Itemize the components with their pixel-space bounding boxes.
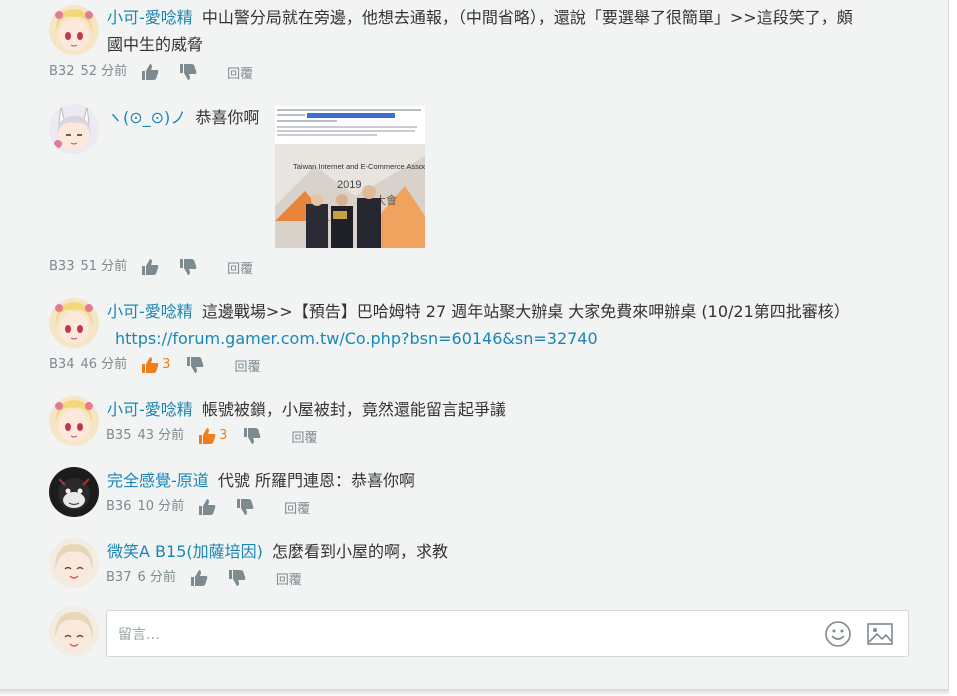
comment-panel: 小可-愛唸精 中山警分局就在旁邊，他想去通報，（中間省略），還說「要選舉了很簡單… xyxy=(0,0,949,690)
thumbs-up-icon[interactable] xyxy=(198,427,216,445)
gp-count[interactable]: 3 xyxy=(141,355,170,375)
thumbs-down-icon[interactable] xyxy=(243,427,263,445)
forum-link[interactable]: https://forum.gamer.com.tw/Co.php?bsn=60… xyxy=(115,329,598,348)
anime-girl-avatar-icon xyxy=(49,298,99,348)
smiling-girl-avatar-icon xyxy=(49,538,99,588)
thumbs-up-icon[interactable] xyxy=(141,63,161,81)
comment-text: 恭喜你啊 xyxy=(195,108,260,127)
thumbs-up-icon[interactable] xyxy=(190,569,210,587)
current-user-avatar xyxy=(49,606,99,656)
reply-button[interactable]: 回覆 xyxy=(276,571,302,591)
username-link[interactable]: 小可-愛唸精 xyxy=(107,400,193,419)
attachment-year: 2019 xyxy=(337,179,361,191)
thumbs-down-icon[interactable] xyxy=(186,356,206,374)
gp-number: 3 xyxy=(219,428,228,443)
anime-girl-avatar-icon xyxy=(49,396,99,446)
floor-number: B36 xyxy=(106,499,132,514)
username-link[interactable]: ヽ(⊙_⊙)ノ xyxy=(107,108,186,127)
comment-meta: B34 46 分前 3 回覆 xyxy=(49,355,260,375)
comment-text: 這邊戰場>>【預告】巴哈姆特 27 週年站聚大辦桌 大家免費來呷辦桌 (10/2… xyxy=(201,302,850,321)
floor-number: B37 xyxy=(106,570,132,585)
comment-time: 6 分前 xyxy=(137,570,176,585)
avatar[interactable] xyxy=(49,538,99,588)
anime-girl-avatar-icon xyxy=(49,5,99,55)
avatar[interactable] xyxy=(49,396,99,446)
avatar[interactable] xyxy=(49,5,99,55)
panel-shadow xyxy=(0,690,949,696)
comment-input-placeholder: 留言… xyxy=(118,627,160,643)
floor-number: B32 xyxy=(49,64,75,79)
comment-meta: B35 43 分前 3 回覆 xyxy=(106,426,317,446)
comment-meta: B32 52 分前 回覆 xyxy=(49,62,253,82)
comment-meta: B37 6 分前 回覆 xyxy=(106,568,302,588)
gp-count[interactable]: 3 xyxy=(198,426,227,446)
comment-text: 帳號被鎖，小屋被封，竟然還能留言起爭議 xyxy=(201,400,506,419)
avatar[interactable] xyxy=(49,467,99,517)
thumbs-down-icon[interactable] xyxy=(236,498,256,516)
reply-button[interactable]: 回覆 xyxy=(227,260,253,280)
dark-character-avatar-icon xyxy=(49,467,99,517)
attachment-banner-text: Taiwan Internet and E-Commerce Associ xyxy=(293,162,425,171)
smiling-girl-avatar-icon xyxy=(49,606,99,656)
award-photo-image: Taiwan Internet and E-Commerce Associ 20… xyxy=(275,106,425,248)
comment-time: 10 分前 xyxy=(137,499,185,514)
reply-button[interactable]: 回覆 xyxy=(284,500,310,520)
avatar[interactable] xyxy=(49,298,99,348)
floor-number: B33 xyxy=(49,259,75,274)
comment-text: 怎麼看到小屋的啊，求教 xyxy=(271,542,448,561)
comment-text: 代號 所羅門連恩：恭喜你啊 xyxy=(217,471,415,490)
floor-number: B35 xyxy=(106,428,132,443)
smile-icon[interactable] xyxy=(823,619,853,649)
comment-text: 中山警分局就在旁邊，他想去通報，（中間省略），還說「要選舉了很簡單」>>這段笑了… xyxy=(107,8,853,54)
thumbs-up-icon[interactable] xyxy=(141,356,159,374)
thumbs-up-icon[interactable] xyxy=(141,258,161,276)
bunny-girl-avatar-icon xyxy=(49,104,99,154)
comment-meta: B36 10 分前 回覆 xyxy=(106,497,310,517)
comment-meta: B33 51 分前 回覆 xyxy=(49,257,253,277)
reply-button[interactable]: 回覆 xyxy=(234,358,260,378)
comment-input[interactable]: 留言… xyxy=(106,610,909,657)
thumbs-down-icon[interactable] xyxy=(179,258,199,276)
comment-time: 52 分前 xyxy=(80,64,128,79)
username-link[interactable]: 完全感覺-原道 xyxy=(107,471,209,490)
thumbs-down-icon[interactable] xyxy=(179,63,199,81)
image-icon[interactable] xyxy=(865,619,895,649)
username-link[interactable]: 小可-愛唸精 xyxy=(107,302,193,321)
comment-time: 43 分前 xyxy=(137,428,185,443)
floor-number: B34 xyxy=(49,357,75,372)
reply-button[interactable]: 回覆 xyxy=(227,65,253,85)
avatar[interactable] xyxy=(49,104,99,154)
username-link[interactable]: 微笑A B15(加薩培因) xyxy=(107,542,263,561)
username-link[interactable]: 小可-愛唸精 xyxy=(107,8,193,27)
comment-time: 51 分前 xyxy=(80,259,128,274)
thumbs-up-icon[interactable] xyxy=(198,498,218,516)
attached-image[interactable]: Taiwan Internet and E-Commerce Associ 20… xyxy=(275,106,425,248)
reply-button[interactable]: 回覆 xyxy=(291,429,317,449)
thumbs-down-icon[interactable] xyxy=(228,569,248,587)
comment-time: 46 分前 xyxy=(80,357,128,372)
gp-number: 3 xyxy=(162,357,171,372)
